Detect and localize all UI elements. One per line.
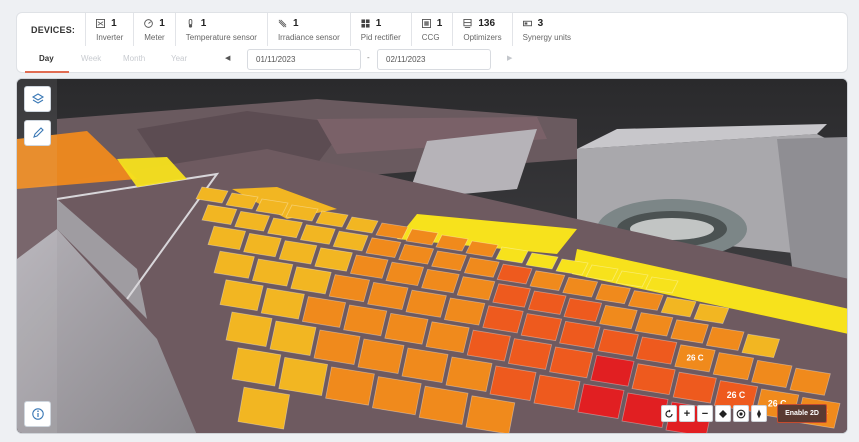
device-label: CCG [421, 33, 440, 42]
next-date-arrow[interactable]: ▶ [507, 54, 512, 62]
solar-panel[interactable] [219, 279, 264, 312]
layers-icon [31, 93, 44, 104]
solar-panel[interactable] [278, 356, 329, 397]
solar-panel[interactable] [357, 338, 405, 374]
solar-panel[interactable] [533, 374, 581, 410]
compass-icon [757, 409, 761, 418]
devices-row: DEVICES: 1 Inverter 1 Meter 1 Temperatur… [17, 13, 847, 46]
panel-temperature-label: 26 C [727, 390, 746, 400]
solar-panel[interactable] [325, 366, 375, 406]
device-label: Inverter [96, 33, 124, 42]
tab-year[interactable]: Year [171, 54, 187, 63]
devices-toolbar: DEVICES: 1 Inverter 1 Meter 1 Temperatur… [16, 12, 848, 73]
meter-icon [144, 19, 154, 28]
device-label: Meter [144, 33, 165, 42]
solar-panel[interactable] [507, 338, 553, 370]
solar-panel[interactable] [225, 311, 273, 347]
solar-panel[interactable] [269, 320, 317, 356]
inverter-icon [96, 19, 106, 28]
period-tabs: Day Week Month Year ◀ 01/11/2023 - 02/11… [17, 47, 847, 73]
device-count: 1 [436, 18, 443, 29]
solar-panel[interactable] [313, 329, 361, 365]
locate-icon [736, 409, 746, 418]
device-optimizers[interactable]: 136 Optimizers [453, 13, 513, 46]
enable-2d-button[interactable]: Enable 2D [777, 404, 827, 423]
device-label: Synergy units [522, 33, 572, 42]
device-label: Optimizers [463, 33, 502, 42]
device-count: 3 [537, 18, 544, 29]
device-count: 136 [478, 18, 496, 29]
solar-panel[interactable] [237, 386, 291, 430]
device-count: 1 [200, 18, 207, 29]
device-count: 1 [292, 18, 299, 29]
active-tab-indicator [25, 71, 69, 73]
solar-panel[interactable] [418, 385, 469, 425]
device-irradiance-sensor[interactable]: 1 Irradiance sensor [268, 13, 351, 46]
rotate-button[interactable] [661, 405, 677, 422]
compass-button[interactable] [751, 405, 767, 422]
end-date-field[interactable]: 02/11/2023 [377, 49, 491, 70]
solar-panel[interactable] [231, 347, 282, 387]
date-separator: - [367, 53, 370, 62]
ccg-icon [421, 19, 431, 28]
rotate-icon [665, 409, 673, 418]
synergy-units-icon [522, 19, 532, 28]
devices-title: DEVICES: [17, 13, 87, 46]
zoom-out-button[interactable]: − [697, 405, 713, 422]
pencil-icon [32, 127, 44, 138]
device-pid-rectifier[interactable]: 1 Pid rectifier [351, 13, 412, 46]
solar-panel[interactable] [631, 363, 676, 396]
device-count: 1 [375, 18, 382, 29]
tab-month[interactable]: Month [123, 54, 145, 63]
device-label: Pid rectifier [360, 33, 401, 42]
info-button[interactable] [24, 401, 51, 427]
zoom-in-button[interactable]: + [679, 405, 695, 422]
draw-button[interactable] [24, 120, 51, 146]
device-meter[interactable]: 1 Meter [134, 13, 176, 46]
solar-panel[interactable] [401, 347, 449, 383]
solar-panel[interactable] [384, 312, 429, 345]
roof-scene: 26 C26 C26 C28 C [17, 79, 847, 434]
solar-panel[interactable] [260, 287, 305, 320]
fullscreen-icon [719, 409, 727, 418]
map-3d-view[interactable]: 26 C26 C26 C28 C + − Enable 2D [16, 78, 848, 434]
pid-rectifier-icon [361, 19, 370, 28]
device-temperature-sensor[interactable]: 1 Temperature sensor [176, 13, 268, 46]
solar-panel[interactable] [672, 371, 717, 404]
solar-panel[interactable] [425, 321, 470, 354]
irradiance-sensor-icon [278, 19, 287, 28]
solar-panel[interactable] [489, 365, 537, 401]
device-inverter[interactable]: 1 Inverter [86, 13, 135, 46]
solar-panel[interactable] [465, 395, 516, 434]
solar-panel[interactable] [301, 296, 347, 328]
tab-week[interactable]: Week [81, 54, 101, 63]
panel-temperature-label: 26 C [686, 354, 703, 363]
solar-panel[interactable] [445, 356, 493, 392]
solar-panel[interactable] [466, 329, 511, 362]
device-label: Irradiance sensor [277, 33, 340, 42]
optimizers-icon [463, 19, 472, 28]
device-count: 1 [159, 18, 165, 29]
solar-panel[interactable] [577, 383, 625, 419]
solar-panel[interactable] [590, 354, 635, 387]
start-date-field[interactable]: 01/11/2023 [247, 49, 361, 70]
layers-button[interactable] [24, 86, 51, 112]
solar-panel[interactable] [549, 346, 594, 379]
device-synergy-units[interactable]: 3 Synergy units [513, 13, 581, 46]
tab-day[interactable]: Day [39, 54, 54, 63]
solar-panel[interactable] [371, 376, 422, 416]
previous-date-arrow[interactable]: ◀ [225, 54, 230, 62]
info-icon [31, 408, 44, 420]
fullscreen-button[interactable] [715, 405, 731, 422]
map-controls: + − [661, 405, 767, 422]
locate-button[interactable] [733, 405, 749, 422]
device-count: 1 [111, 18, 117, 29]
device-label: Temperature sensor [185, 33, 257, 42]
device-ccg[interactable]: 1 CCG [412, 13, 454, 46]
temperature-sensor-icon [186, 19, 195, 28]
solar-panel[interactable] [343, 304, 388, 337]
